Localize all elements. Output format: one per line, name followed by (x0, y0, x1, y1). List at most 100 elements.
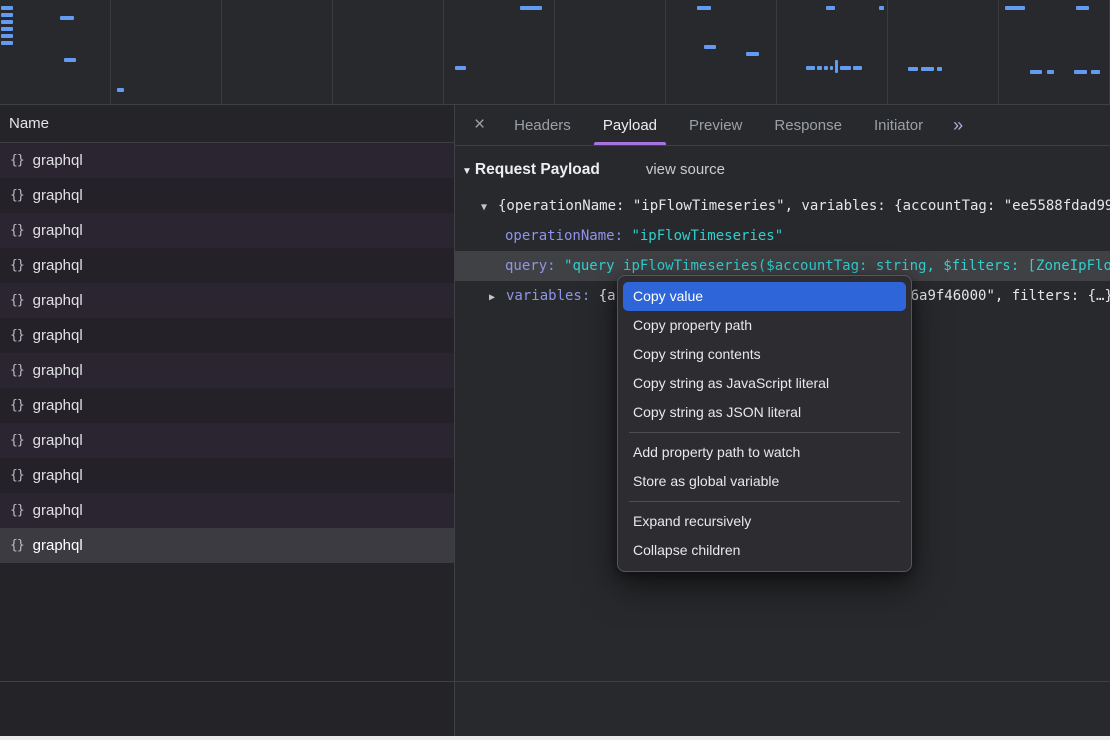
context-menu-item[interactable]: Store as global variable (623, 467, 906, 496)
context-menu-item[interactable]: Expand recursively (623, 507, 906, 536)
context-menu-item[interactable]: Add property path to watch (623, 438, 906, 467)
timeline-bar (806, 66, 815, 70)
timeline-bar (1, 20, 13, 24)
timeline-bar (64, 58, 76, 62)
close-icon: × (474, 114, 485, 136)
request-row[interactable]: {} graphql (0, 458, 454, 493)
json-braces-icon: {} (10, 538, 24, 553)
request-name: graphql (33, 327, 83, 344)
request-name: graphql (33, 432, 83, 449)
tree-line[interactable]: ▼{operationName: "ipFlowTimeseries", var… (455, 191, 1110, 221)
close-panel-button[interactable]: × (461, 105, 498, 145)
timeline-bar (1, 34, 13, 38)
context-menu-item[interactable]: Copy string contents (623, 340, 906, 369)
request-row[interactable]: {} graphql (0, 528, 454, 563)
overview-timeline[interactable] (0, 0, 1110, 105)
bottom-divider (0, 681, 1110, 682)
timeline-bar (908, 67, 918, 71)
timeline-bar (520, 6, 542, 10)
devtools-network-panel: Name {}graphql{}graphql{}graphql{}graphq… (0, 0, 1110, 740)
request-row[interactable]: {}graphql (0, 493, 454, 528)
more-tabs-button[interactable]: » (939, 105, 977, 145)
tree-token-plain: {operationName: "ipFlowTimeseries", vari… (498, 198, 1110, 214)
tree-token-string: "ipFlowTimeseries" (631, 228, 783, 244)
section-title: Request Payload (475, 161, 600, 179)
timeline-bar (824, 66, 828, 70)
tree-token-key: query: (505, 258, 564, 274)
request-name: graphql (33, 257, 83, 274)
tab-response[interactable]: Response (758, 105, 858, 145)
request-row[interactable]: {} graphql (0, 283, 454, 318)
network-pane: Name {}graphql{}graphql{}graphql{}graphq… (0, 105, 455, 740)
request-name: graphql (33, 222, 83, 239)
request-row[interactable]: {} graphql (0, 213, 454, 248)
json-braces-icon: {} (10, 188, 24, 203)
context-menu-item[interactable]: Collapse children (623, 536, 906, 565)
request-row[interactable]: {}graphql (0, 248, 454, 283)
request-row[interactable]: {} graphql (0, 423, 454, 458)
request-row[interactable]: {}graphql (0, 388, 454, 423)
tree-token-key: variables: (506, 288, 599, 304)
tab-payload[interactable]: Payload (587, 105, 673, 145)
request-name: graphql (33, 502, 83, 519)
request-name: graphql (33, 292, 83, 309)
request-name: graphql (33, 152, 83, 169)
context-menu: Copy valueCopy property pathCopy string … (617, 275, 912, 572)
context-menu-separator (629, 432, 900, 433)
timeline-bar (1076, 6, 1089, 10)
json-braces-icon: {} (10, 468, 24, 483)
name-column-header[interactable]: Name (0, 105, 454, 143)
timeline-bar (826, 6, 835, 10)
timeline-bar (1047, 70, 1054, 74)
timeline-bar (937, 67, 942, 71)
timeline-bar (879, 6, 884, 10)
timeline-bar (1, 41, 13, 45)
request-name: graphql (33, 397, 83, 414)
tab-strip: HeadersPayloadPreviewResponseInitiator (498, 105, 939, 145)
timeline-bar (455, 66, 466, 70)
timeline-bar (1091, 70, 1100, 74)
tab-preview[interactable]: Preview (673, 105, 758, 145)
context-menu-separator (629, 501, 900, 502)
tree-expand-icon[interactable]: ▶ (489, 283, 506, 311)
timeline-bar (835, 60, 838, 73)
view-source-link[interactable]: view source (646, 161, 725, 178)
timeline-bar (1, 27, 13, 31)
timeline-bar (60, 16, 74, 20)
request-row[interactable]: {}graphql (0, 143, 454, 178)
chevron-double-right-icon: » (953, 115, 963, 136)
timeline-bar (853, 66, 862, 70)
request-name: graphql (33, 362, 83, 379)
json-braces-icon: {} (10, 363, 24, 378)
timeline-bar (840, 66, 851, 70)
tree-expand-icon[interactable]: ▼ (481, 193, 498, 221)
timeline-bar (1005, 6, 1025, 10)
request-name: graphql (33, 537, 83, 554)
context-menu-item[interactable]: Copy value (623, 282, 906, 311)
timeline-bar (746, 52, 759, 56)
tab-initiator[interactable]: Initiator (858, 105, 939, 145)
request-list: {} graphql {} graphql {} graphql {} graphql {} gr… (0, 143, 454, 563)
timeline-bar (921, 67, 934, 71)
tab-headers[interactable]: Headers (498, 105, 587, 145)
timeline-bar (1, 13, 13, 17)
window-bottom-edge (0, 736, 1110, 740)
request-name: graphql (33, 187, 83, 204)
json-braces-icon: {} (10, 328, 24, 343)
context-menu-item[interactable]: Copy string as JavaScript literal (623, 369, 906, 398)
json-braces-icon: {} (10, 293, 24, 308)
request-row[interactable]: {} graphql (0, 318, 454, 353)
request-row[interactable]: {} graphql (0, 353, 454, 388)
timeline-bar (697, 6, 711, 10)
tree-token-string: "query ipFlowTimeseries($accountTag: str… (564, 258, 1110, 274)
timeline-bar (704, 45, 716, 49)
json-braces-icon: {} (10, 433, 24, 448)
context-menu-item[interactable]: Copy string as JSON literal (623, 398, 906, 427)
json-braces-icon: {} (10, 223, 24, 238)
context-menu-item[interactable]: Copy property path (623, 311, 906, 340)
timeline-bar (817, 66, 822, 70)
request-name: graphql (33, 467, 83, 484)
tree-line[interactable]: operationName: "ipFlowTimeseries" (455, 221, 1110, 251)
disclosure-triangle-icon[interactable]: ▼ (462, 166, 472, 177)
request-row[interactable]: {} graphql (0, 178, 454, 213)
